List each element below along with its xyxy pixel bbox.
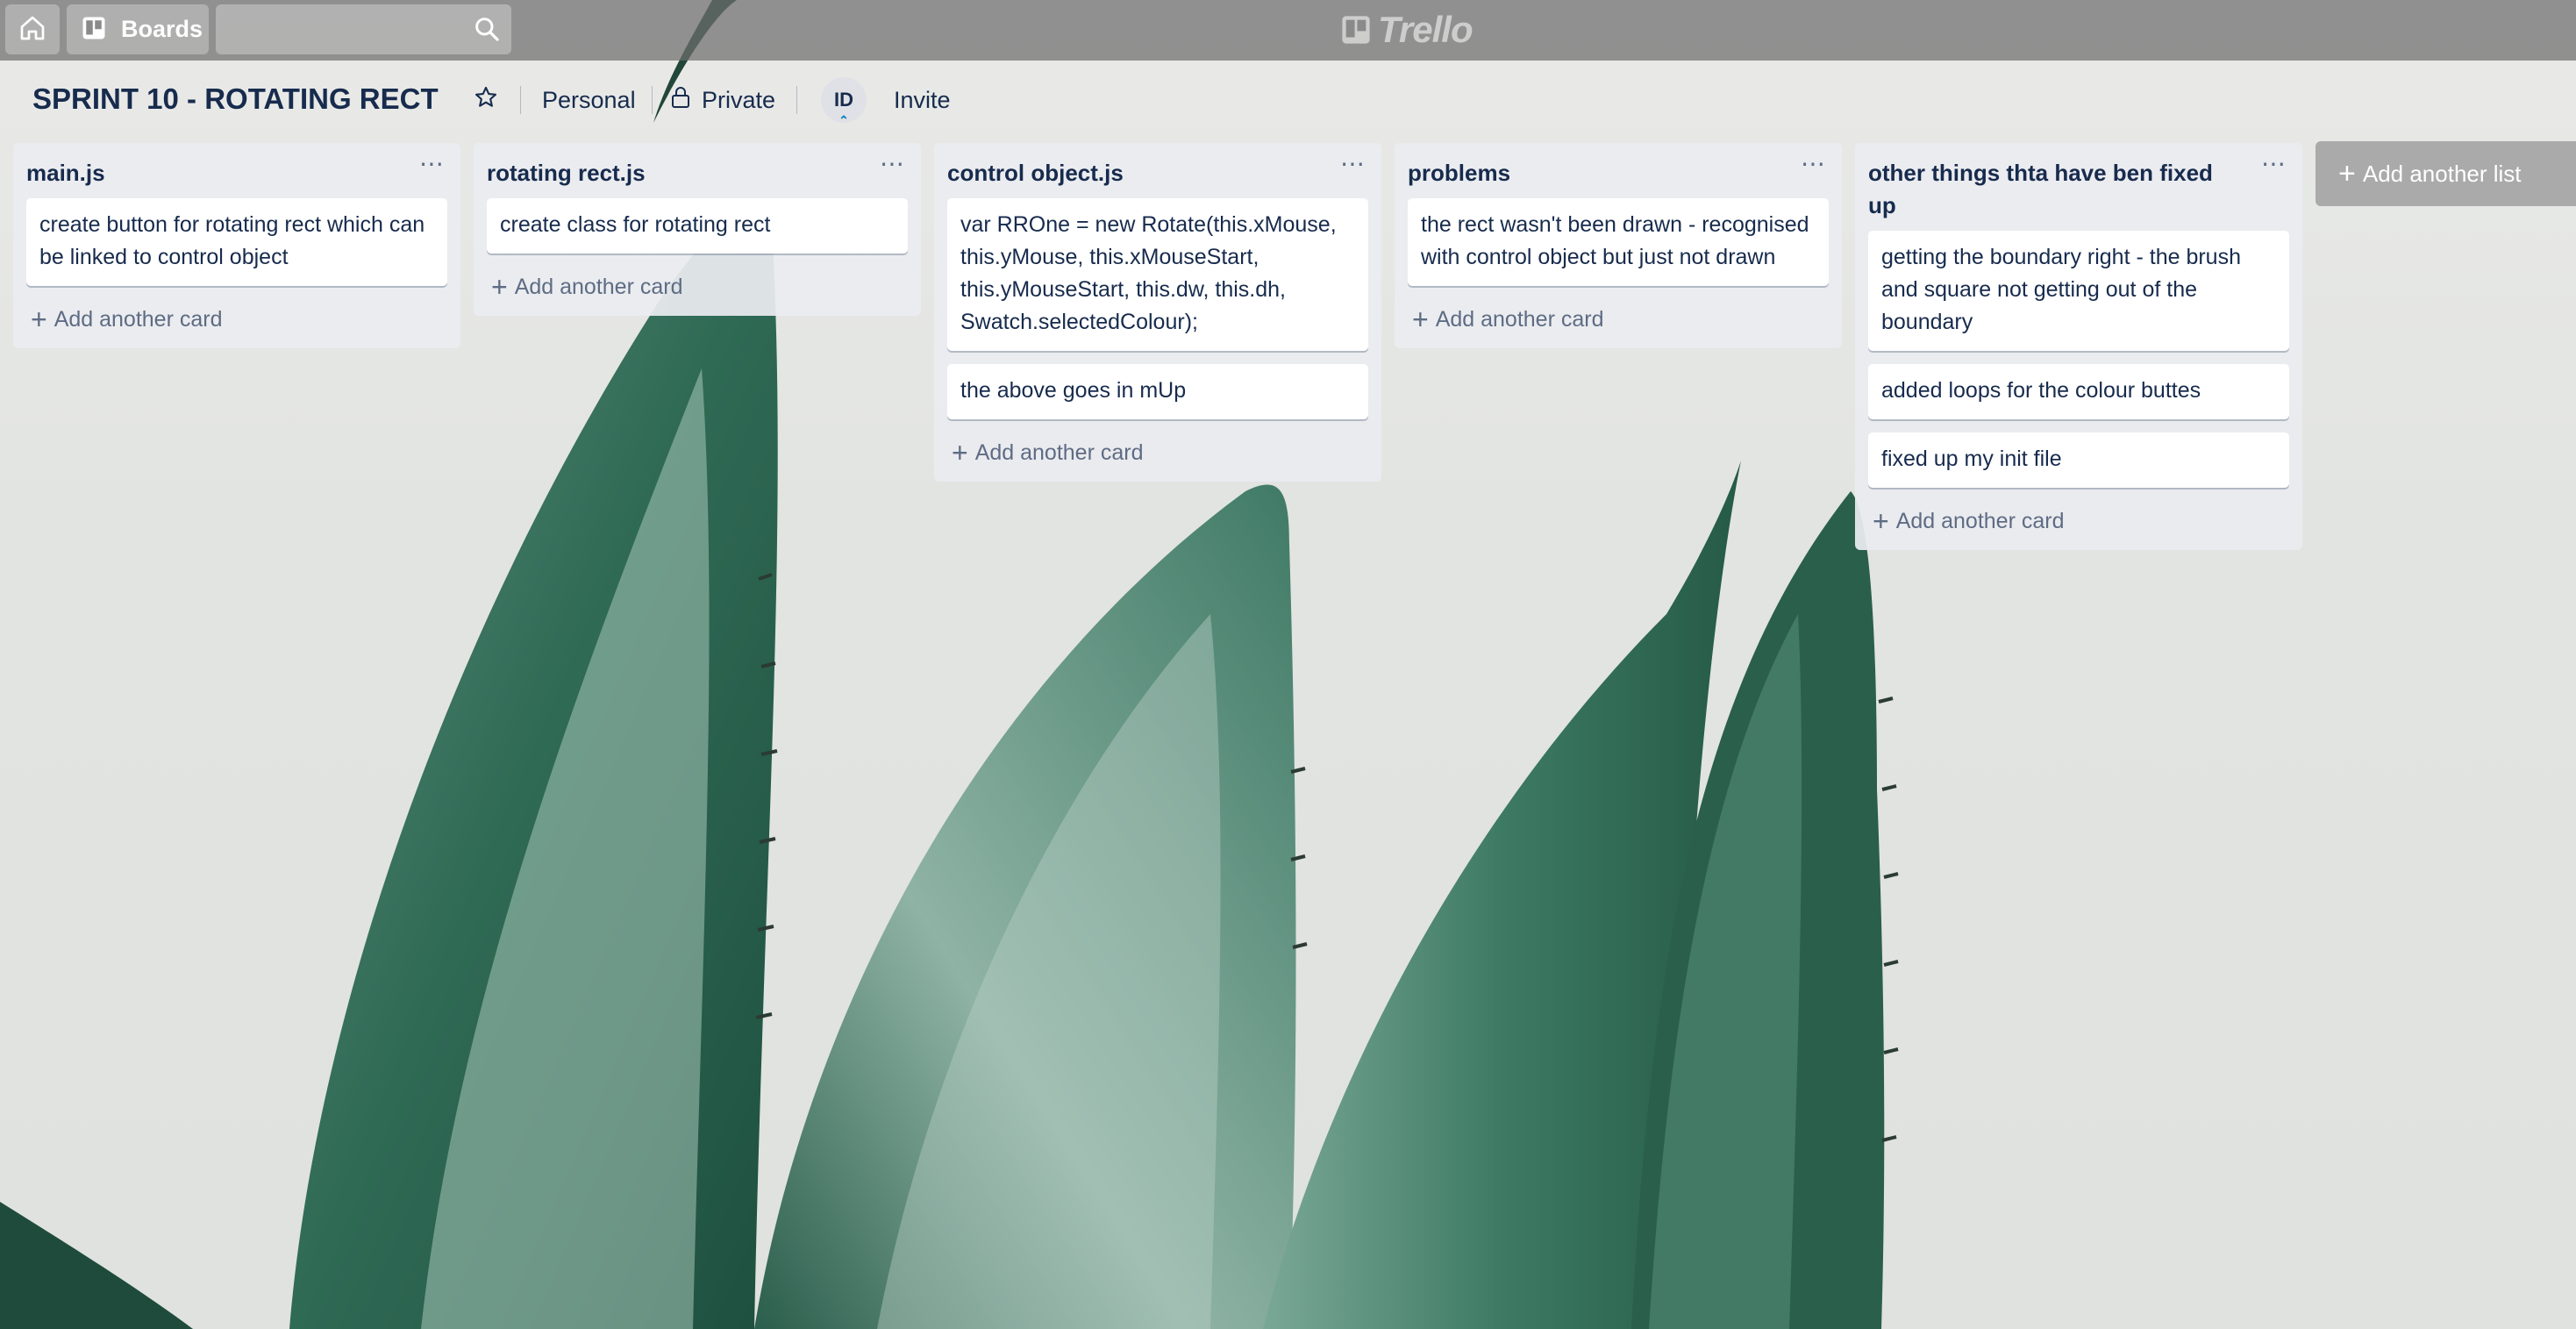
more-options-icon[interactable]: ⋯	[1340, 152, 1366, 176]
card[interactable]: fixed up my init file	[1868, 432, 2289, 488]
add-card-button[interactable]: + Add another card	[13, 299, 460, 338]
list-header[interactable]: problems ⋯	[1395, 143, 1842, 193]
plus-icon: +	[1412, 304, 1429, 335]
add-list-button[interactable]: + Add another list	[2316, 141, 2576, 206]
list-problems: problems ⋯ the rect wasn't been drawn - …	[1395, 143, 1842, 348]
add-card-label: Add another card	[514, 274, 683, 299]
team-button[interactable]: Personal	[542, 68, 636, 132]
card[interactable]: create button for rotating rect which ca…	[26, 198, 447, 286]
more-options-icon[interactable]: ⋯	[1801, 152, 1826, 176]
search-input[interactable]	[216, 4, 511, 54]
star-icon	[474, 85, 498, 116]
add-card-label: Add another card	[54, 306, 223, 332]
list-control-object-js: control object.js ⋯ var RROne = new Rota…	[934, 143, 1381, 482]
top-navigation-bar: Boards Trello	[0, 0, 2576, 61]
plus-icon: +	[491, 271, 508, 303]
list-title[interactable]: main.js	[26, 157, 390, 189]
add-card-label: Add another card	[1435, 306, 1604, 332]
board-header: SPRINT 10 - ROTATING RECT Personal Priva…	[0, 68, 1053, 132]
home-button[interactable]	[5, 4, 60, 54]
add-list-label: Add another list	[2362, 160, 2522, 187]
home-icon	[18, 14, 46, 46]
divider	[652, 86, 653, 114]
add-card-button[interactable]: + Add another card	[934, 432, 1381, 471]
star-button[interactable]	[474, 68, 498, 132]
list-header[interactable]: main.js ⋯	[13, 143, 460, 193]
divider	[520, 86, 521, 114]
card[interactable]: var RROne = new Rotate(this.xMouse, this…	[947, 198, 1368, 351]
list-title[interactable]: problems	[1408, 157, 1772, 189]
card[interactable]: getting the boundary right - the brush a…	[1868, 231, 2289, 351]
list-title[interactable]: other things thta have ben fixed up	[1868, 157, 2232, 222]
boards-button[interactable]: Boards	[67, 4, 209, 54]
list-rotating-rect-js: rotating rect.js ⋯ create class for rota…	[474, 143, 921, 316]
card[interactable]: the rect wasn't been drawn - recognised …	[1408, 198, 1829, 286]
trello-logo-text: Trello	[1378, 9, 1474, 50]
plus-icon: +	[31, 304, 47, 335]
admin-chevron-icon: ⌃	[838, 113, 849, 127]
list-header[interactable]: other things thta have ben fixed up ⋯	[1855, 143, 2302, 225]
member-initials: ID	[834, 89, 853, 111]
lock-icon	[670, 86, 691, 115]
search-icon[interactable]	[473, 15, 501, 46]
more-options-icon[interactable]: ⋯	[2261, 152, 2287, 176]
list-other-fixes: other things thta have ben fixed up ⋯ ge…	[1855, 143, 2302, 550]
invite-button[interactable]: Invite	[894, 68, 951, 132]
list-main-js: main.js ⋯ create button for rotating rec…	[13, 143, 460, 348]
plus-icon: +	[952, 437, 968, 468]
card[interactable]: added loops for the colour buttes	[1868, 364, 2289, 419]
list-header[interactable]: rotating rect.js ⋯	[474, 143, 921, 193]
trello-logo[interactable]: Trello	[1341, 7, 1474, 53]
more-options-icon[interactable]: ⋯	[880, 152, 905, 176]
add-card-label: Add another card	[1895, 508, 2065, 533]
more-options-icon[interactable]: ⋯	[419, 152, 445, 176]
board-title[interactable]: SPRINT 10 - ROTATING RECT	[32, 82, 439, 116]
add-card-button[interactable]: + Add another card	[1395, 299, 1842, 338]
plus-icon: +	[2338, 157, 2356, 190]
list-header[interactable]: control object.js ⋯	[934, 143, 1381, 193]
list-title[interactable]: control object.js	[947, 157, 1311, 189]
card[interactable]: create class for rotating rect	[487, 198, 908, 254]
boards-label: Boards	[121, 16, 203, 42]
add-card-button[interactable]: + Add another card	[474, 267, 921, 305]
card[interactable]: the above goes in mUp	[947, 364, 1368, 419]
trello-logo-icon	[1342, 16, 1370, 44]
boards-icon	[81, 15, 107, 45]
member-avatar[interactable]: ID ⌃	[821, 77, 867, 127]
visibility-label: Private	[702, 86, 776, 113]
add-card-label: Add another card	[974, 439, 1144, 465]
add-card-button[interactable]: + Add another card	[1855, 501, 2302, 539]
divider	[796, 86, 797, 114]
visibility-button[interactable]: Private	[670, 68, 775, 132]
list-title[interactable]: rotating rect.js	[487, 157, 851, 189]
plus-icon: +	[1873, 505, 1889, 537]
